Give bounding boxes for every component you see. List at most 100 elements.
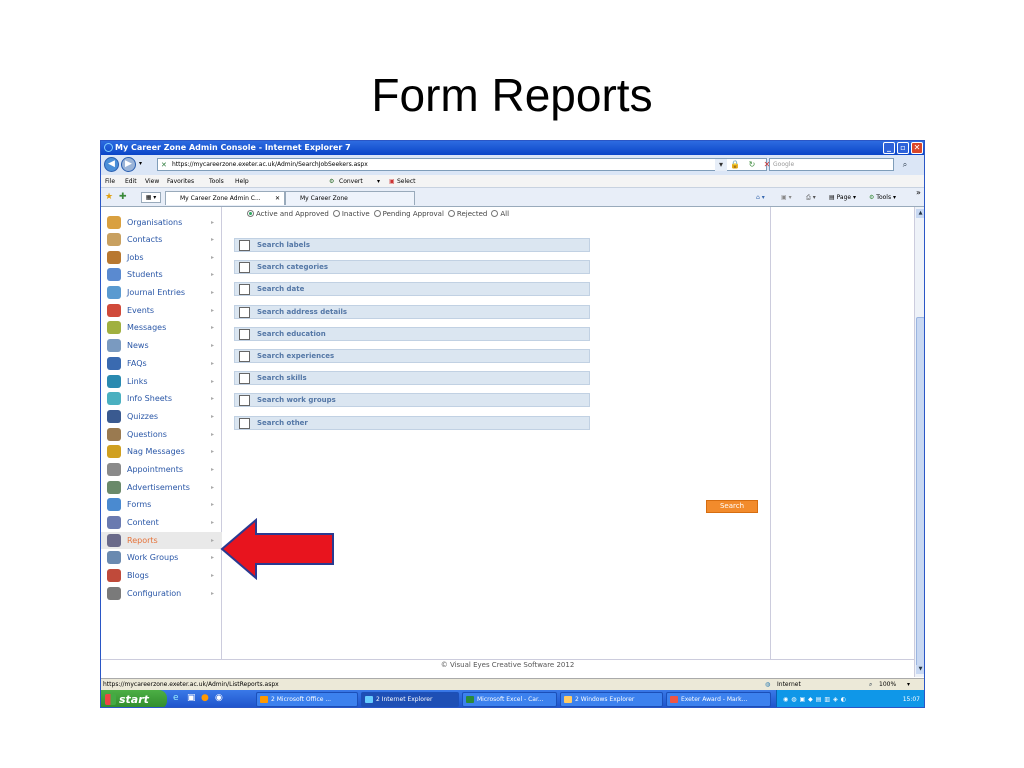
tray-icons[interactable]: ◉◍▣◆▤▥◈◐ xyxy=(783,690,849,707)
radio-option-pending-approval[interactable]: Pending Approval xyxy=(370,210,444,218)
radio-button[interactable] xyxy=(491,210,499,217)
minimize-button[interactable]: _ xyxy=(883,142,895,154)
sidebar-item-quizzes[interactable]: Quizzes ▸ xyxy=(101,408,222,425)
search-section-search-labels[interactable]: Search labels xyxy=(234,238,590,252)
menu-view[interactable]: View xyxy=(145,175,159,188)
taskbar-item-ie[interactable]: 2 Internet Explorer xyxy=(361,692,459,707)
radio-button[interactable] xyxy=(247,210,254,217)
search-section-search-work-groups[interactable]: Search work groups xyxy=(234,393,590,408)
radio-option-rejected[interactable]: Rejected xyxy=(444,210,487,218)
sidebar-item-configuration[interactable]: Configuration ▸ xyxy=(101,585,222,602)
search-section-checkbox[interactable] xyxy=(239,284,250,296)
page-menu[interactable]: ▤ Page ▾ xyxy=(829,188,856,207)
sidebar-item-news[interactable]: News ▸ xyxy=(101,337,222,354)
tab-my-career-zone[interactable]: My Career Zone xyxy=(285,191,415,205)
address-bar[interactable]: ✕ https://mycareerzone.exeter.ac.uk/Admi… xyxy=(157,158,767,171)
tools-menu[interactable]: ⚙ Tools ▾ xyxy=(869,188,896,207)
refresh-icon[interactable]: ↻ xyxy=(746,159,758,171)
sidebar-item-journal-entries[interactable]: Journal Entries ▸ xyxy=(101,284,222,301)
sidebar-item-questions[interactable]: Questions ▸ xyxy=(101,426,222,443)
sidebar-item-forms[interactable]: Forms ▸ xyxy=(101,496,222,513)
search-section-checkbox[interactable] xyxy=(239,306,250,318)
home-icon[interactable]: ⌂ ▾ xyxy=(756,188,765,207)
quicklaunch-media-icon[interactable]: ● xyxy=(201,693,209,703)
menu-favorites[interactable]: Favorites xyxy=(167,175,194,188)
taskbar-item-explorer[interactable]: 2 Windows Explorer xyxy=(560,692,663,707)
sidebar-item-blogs[interactable]: Blogs ▸ xyxy=(101,567,222,584)
sidebar-item-events[interactable]: Events ▸ xyxy=(101,302,222,319)
sidebar-item-nag-messages[interactable]: Nag Messages ▸ xyxy=(101,443,222,460)
search-section-search-skills[interactable]: Search skills xyxy=(234,371,590,386)
radio-option-inactive[interactable]: Inactive xyxy=(329,210,370,218)
sidebar-item-advertisements[interactable]: Advertisements ▸ xyxy=(101,479,222,496)
taskbar-item-award[interactable]: Exeter Award - Mark... xyxy=(666,692,771,707)
tab-admin-console[interactable]: My Career Zone Admin C... ✕ xyxy=(165,191,285,205)
radio-button[interactable] xyxy=(373,210,381,217)
search-section-search-address-details[interactable]: Search address details xyxy=(234,304,590,319)
sidebar-item-faqs[interactable]: FAQs ▸ xyxy=(101,355,222,372)
address-dropdown-icon[interactable]: ▾ xyxy=(715,159,727,171)
sidebar-item-jobs[interactable]: Jobs ▸ xyxy=(101,249,222,266)
close-tab-icon[interactable]: ✕ xyxy=(275,192,280,205)
sidebar-item-work-groups[interactable]: Work Groups ▸ xyxy=(101,549,222,566)
start-button[interactable]: start xyxy=(101,690,167,707)
scroll-thumb[interactable] xyxy=(916,317,924,667)
quicklaunch-desktop-icon[interactable]: ▣ xyxy=(187,693,196,703)
restore-button[interactable]: ▫ xyxy=(897,142,909,154)
zoom-level[interactable]: 100% xyxy=(879,679,896,690)
search-section-checkbox[interactable] xyxy=(239,351,250,362)
clock[interactable]: 15:07 xyxy=(903,690,920,707)
radio-option-all[interactable]: All xyxy=(487,210,509,218)
print-icon[interactable]: ⎙ ▾ xyxy=(806,188,816,207)
menu-tools[interactable]: Tools xyxy=(209,175,224,188)
menu-edit[interactable]: Edit xyxy=(125,175,137,188)
select-tool[interactable]: Select xyxy=(397,175,416,188)
search-section-checkbox[interactable] xyxy=(239,373,250,385)
quick-tabs-icon[interactable]: ▦ ▾ xyxy=(141,192,161,203)
search-input[interactable]: Google xyxy=(769,158,894,171)
sidebar-item-content[interactable]: Content ▸ xyxy=(101,514,222,531)
vertical-scrollbar[interactable]: ▲ ▼ xyxy=(914,207,924,677)
search-section-search-date[interactable]: Search date xyxy=(234,282,590,297)
taskbar-item-excel[interactable]: Microsoft Excel - Car... xyxy=(462,692,557,707)
search-section-search-education[interactable]: Search education xyxy=(234,326,590,341)
radio-option-active-and-approved[interactable]: Active and Approved xyxy=(243,210,329,218)
radio-button[interactable] xyxy=(332,210,340,217)
search-section-search-categories[interactable]: Search categories xyxy=(234,260,590,275)
lock-icon[interactable]: 🔒 xyxy=(729,159,741,171)
convert-menu[interactable]: Convert xyxy=(339,175,363,188)
radio-button[interactable] xyxy=(447,210,455,217)
quicklaunch-ie-icon[interactable]: e xyxy=(173,693,179,703)
close-window-button[interactable]: ✕ xyxy=(911,142,923,154)
sidebar-item-contacts[interactable]: Contacts ▸ xyxy=(101,231,222,248)
search-section-search-other[interactable]: Search other xyxy=(234,415,590,430)
scroll-down-icon[interactable]: ▼ xyxy=(916,665,924,674)
history-dropdown-icon[interactable]: ▾ xyxy=(139,160,142,167)
sidebar-item-students[interactable]: Students ▸ xyxy=(101,266,222,283)
search-icon[interactable]: ⌕ xyxy=(899,159,911,171)
feeds-icon[interactable]: ▣ ▾ xyxy=(781,188,792,207)
menu-help[interactable]: Help xyxy=(235,175,249,188)
search-section-checkbox[interactable] xyxy=(239,417,250,429)
sidebar-item-reports[interactable]: Reports ▸ xyxy=(101,532,222,549)
forward-button[interactable]: ▶ xyxy=(121,157,136,172)
search-section-checkbox[interactable] xyxy=(239,240,250,251)
search-section-checkbox[interactable] xyxy=(239,328,250,340)
quicklaunch-app-icon[interactable]: ◉ xyxy=(215,693,223,703)
search-section-checkbox[interactable] xyxy=(239,395,250,407)
chevron-more-icon[interactable]: » xyxy=(916,183,921,202)
search-section-checkbox[interactable] xyxy=(239,262,250,274)
back-button[interactable]: ◀ xyxy=(104,157,119,172)
sidebar-item-info-sheets[interactable]: Info Sheets ▸ xyxy=(101,390,222,407)
sidebar-item-appointments[interactable]: Appointments ▸ xyxy=(101,461,222,478)
search-button[interactable]: Search xyxy=(706,500,758,513)
zoom-dropdown-icon[interactable]: ▾ xyxy=(907,679,910,690)
add-favorites-icon[interactable]: ✚ xyxy=(119,188,127,207)
sidebar-item-links[interactable]: Links ▸ xyxy=(101,373,222,390)
favorites-star-icon[interactable]: ★ xyxy=(105,188,113,207)
scroll-up-icon[interactable]: ▲ xyxy=(916,209,924,218)
sidebar-item-organisations[interactable]: Organisations ▸ xyxy=(101,214,222,231)
taskbar-item-office[interactable]: 2 Microsoft Office ... xyxy=(256,692,358,707)
search-section-search-experiences[interactable]: Search experiences xyxy=(234,349,590,363)
menu-file[interactable]: File xyxy=(105,175,115,188)
